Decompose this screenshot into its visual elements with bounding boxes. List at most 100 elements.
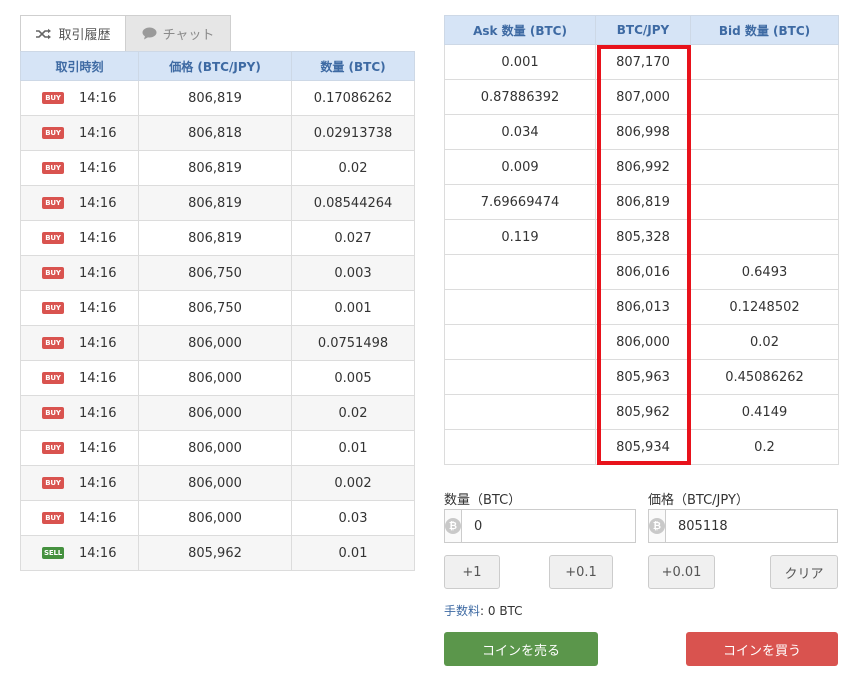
- trade-time-cell: BUY 14:16: [20, 255, 139, 291]
- bid-amount: 0.1248502: [690, 289, 839, 325]
- order-book-row[interactable]: 805,963 0.45086262: [444, 359, 839, 395]
- ask-amount: 0.034: [444, 114, 596, 150]
- buy-badge: BUY: [42, 407, 64, 419]
- order-book-row[interactable]: 0.034 806,998: [444, 114, 839, 150]
- bid-price[interactable]: 806,013: [595, 289, 691, 325]
- bid-price[interactable]: 805,963: [595, 359, 691, 395]
- trade-time: 14:16: [79, 510, 117, 526]
- order-book-row[interactable]: 0.87886392 807,000: [444, 79, 839, 115]
- order-book-row[interactable]: 805,934 0.2: [444, 429, 839, 465]
- trade-amount: 0.02913738: [291, 115, 415, 151]
- tab-chat-label: チャット: [162, 28, 215, 43]
- bid-price[interactable]: 805,962: [595, 394, 691, 430]
- bid-amount: [690, 184, 839, 220]
- amount-addon: ₿: [445, 510, 462, 542]
- column-header-price: 価格 (BTC/JPY): [138, 51, 292, 81]
- trade-time-cell: SELL 14:16: [20, 535, 139, 571]
- trade-time: 14:16: [79, 475, 117, 491]
- fee-info: 手数料: 0 BTC: [444, 602, 523, 619]
- ask-amount: 0.119: [444, 219, 596, 255]
- buy-badge: BUY: [42, 127, 64, 139]
- trade-row: BUY 14:16 806,819 0.02: [20, 150, 415, 186]
- order-book-row[interactable]: 806,016 0.6493: [444, 254, 839, 290]
- trade-price: 806,000: [138, 500, 292, 536]
- sell-badge: SELL: [42, 547, 64, 559]
- order-book-row[interactable]: 7.69669474 806,819: [444, 184, 839, 220]
- bid-price[interactable]: 805,934: [595, 429, 691, 465]
- buy-badge: BUY: [42, 337, 64, 349]
- trade-amount: 0.02: [291, 395, 415, 431]
- order-book-row[interactable]: 0.001 807,170: [444, 44, 839, 80]
- trade-price: 806,819: [138, 150, 292, 186]
- bid-amount: 0.4149: [690, 394, 839, 430]
- bid-amount: [690, 149, 839, 185]
- ask-price[interactable]: 807,170: [595, 44, 691, 80]
- ask-amount: [444, 254, 596, 290]
- bid-amount: [690, 44, 839, 80]
- column-header-bid-amount: Bid 数量 (BTC): [690, 15, 839, 45]
- trade-price: 806,000: [138, 395, 292, 431]
- tab-trade-history-label: 取引履歴: [58, 28, 111, 43]
- add-0.1-button[interactable]: +0.1: [549, 555, 613, 589]
- ask-amount: [444, 429, 596, 465]
- order-book-row[interactable]: 806,000 0.02: [444, 324, 839, 360]
- bid-price[interactable]: 806,016: [595, 254, 691, 290]
- bitcoin-icon: ₿: [445, 518, 461, 534]
- trade-time-cell: BUY 14:16: [20, 150, 139, 186]
- trade-time: 14:16: [79, 230, 117, 246]
- add-0.01-button[interactable]: +0.01: [648, 555, 715, 589]
- bid-price[interactable]: 806,000: [595, 324, 691, 360]
- bid-amount: [690, 114, 839, 150]
- trade-price: 806,819: [138, 185, 292, 221]
- price-input[interactable]: [666, 510, 848, 542]
- trade-row: BUY 14:16 806,000 0.01: [20, 430, 415, 466]
- trade-price: 806,750: [138, 255, 292, 291]
- order-book-row[interactable]: 806,013 0.1248502: [444, 289, 839, 325]
- buy-badge: BUY: [42, 267, 64, 279]
- trade-price: 806,000: [138, 465, 292, 501]
- trade-row: BUY 14:16 806,750 0.001: [20, 290, 415, 326]
- trade-time: 14:16: [79, 370, 117, 386]
- trade-time-cell: BUY 14:16: [20, 395, 139, 431]
- order-book-row[interactable]: 805,962 0.4149: [444, 394, 839, 430]
- trade-row: BUY 14:16 806,000 0.0751498: [20, 325, 415, 361]
- ask-price[interactable]: 807,000: [595, 79, 691, 115]
- trade-time-cell: BUY 14:16: [20, 80, 139, 116]
- buy-badge: BUY: [42, 232, 64, 244]
- trade-price: 806,819: [138, 220, 292, 256]
- ask-price[interactable]: 806,998: [595, 114, 691, 150]
- add-1-button[interactable]: +1: [444, 555, 500, 589]
- trade-history-table: 取引時刻 価格 (BTC/JPY) 数量 (BTC) BUY 14:16 806,8…: [20, 51, 415, 571]
- tab-trade-history[interactable]: 取引履歴: [20, 15, 126, 51]
- ask-price[interactable]: 805,328: [595, 219, 691, 255]
- amount-input[interactable]: [462, 510, 644, 542]
- order-book-row[interactable]: 0.119 805,328: [444, 219, 839, 255]
- ask-price[interactable]: 806,992: [595, 149, 691, 185]
- trade-amount: 0.01: [291, 535, 415, 571]
- buy-badge: BUY: [42, 477, 64, 489]
- clear-button[interactable]: クリア: [770, 555, 838, 589]
- tab-chat[interactable]: チャット: [125, 15, 231, 51]
- trade-row: BUY 14:16 806,818 0.02913738: [20, 115, 415, 151]
- trade-time: 14:16: [79, 160, 117, 176]
- sell-coin-button[interactable]: コインを売る: [444, 632, 598, 666]
- trade-amount: 0.002: [291, 465, 415, 501]
- ask-amount: [444, 324, 596, 360]
- chat-bubble-icon: [142, 27, 157, 40]
- buy-coin-button[interactable]: コインを買う: [686, 632, 838, 666]
- order-book-table: Ask 数量 (BTC) BTC/JPY Bid 数量 (BTC) 0.001 8…: [444, 15, 839, 465]
- trade-time: 14:16: [79, 335, 117, 351]
- ask-price[interactable]: 806,819: [595, 184, 691, 220]
- fee-value: : 0 BTC: [480, 604, 523, 618]
- trade-row: BUY 14:16 806,000 0.002: [20, 465, 415, 501]
- trade-row: SELL 14:16 805,962 0.01: [20, 535, 415, 571]
- trade-time: 14:16: [79, 300, 117, 316]
- trade-price: 806,000: [138, 360, 292, 396]
- trade-amount: 0.03: [291, 500, 415, 536]
- column-header-ask-amount: Ask 数量 (BTC): [444, 15, 596, 45]
- trade-price: 806,818: [138, 115, 292, 151]
- ask-amount: 0.001: [444, 44, 596, 80]
- order-book-row[interactable]: 0.009 806,992: [444, 149, 839, 185]
- fee-label[interactable]: 手数料: [444, 604, 480, 618]
- bid-amount: 0.6493: [690, 254, 839, 290]
